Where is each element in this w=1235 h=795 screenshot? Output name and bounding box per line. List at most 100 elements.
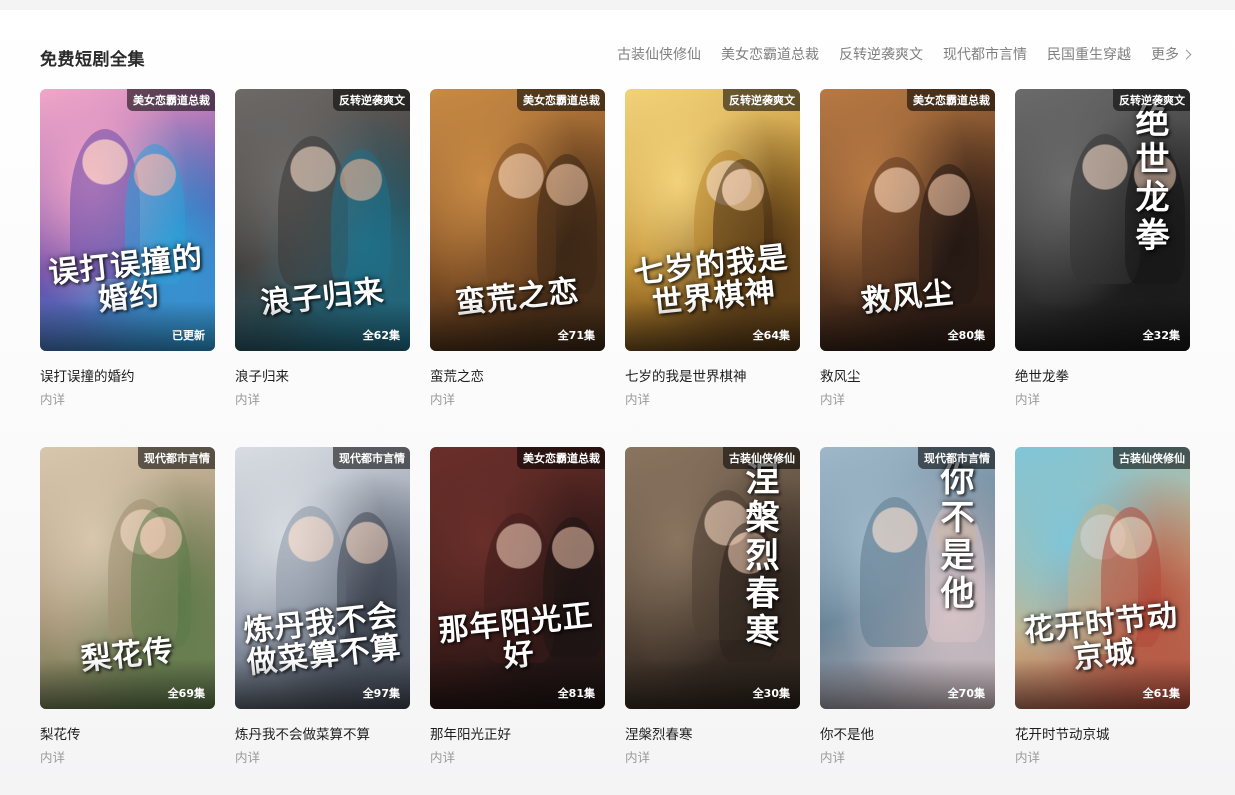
poster-figure [331,149,391,289]
poster-bottom-fade [430,301,605,351]
poster-figure [860,497,930,647]
drama-grid: 误打误撞的婚约 美女恋霸道总裁 已更新 误打误撞的婚约 内详 浪子归来 反转逆袭… [40,89,1190,769]
drama-card[interactable]: 七岁的我是世界棋神 反转逆袭爽文 全64集 七岁的我是世界棋神 内详 [625,89,800,411]
poster-bottom-fade [430,659,605,709]
drama-cast: 内详 [1015,392,1041,407]
category-link-comeback[interactable]: 反转逆袭爽文 [839,44,923,64]
drama-title[interactable]: 梨花传 [40,723,81,743]
drama-title[interactable]: 救风尘 [820,365,861,385]
genre-tag: 美女恋霸道总裁 [517,447,605,469]
poster-figure [537,154,597,294]
genre-tag: 古装仙侠修仙 [723,447,800,469]
drama-cast: 内详 [820,392,846,407]
episode-count: 全69集 [167,687,205,700]
drama-poster[interactable]: 绝世龙拳 反转逆袭爽文 全32集 [1015,89,1190,351]
section-title: 免费短剧全集 [40,50,145,70]
poster-bottom-fade [625,659,800,709]
drama-title[interactable]: 你不是他 [820,723,874,743]
genre-tag: 古装仙侠修仙 [1113,447,1190,469]
poster-bottom-fade [235,301,410,351]
poster-bottom-fade [625,301,800,351]
genre-tag: 现代都市言情 [918,447,995,469]
drama-title[interactable]: 浪子归来 [235,365,289,385]
drama-card[interactable]: 炼丹我不会做菜算不算 现代都市言情 全97集 炼丹我不会做菜算不算 内详 [235,447,410,769]
drama-cast: 内详 [430,750,456,765]
drama-title[interactable]: 绝世龙拳 [1015,365,1069,385]
episode-count: 全30集 [752,687,790,700]
drama-poster[interactable]: 救风尘 美女恋霸道总裁 全80集 [820,89,995,351]
drama-cast: 内详 [820,750,846,765]
genre-tag: 美女恋霸道总裁 [127,89,215,111]
drama-poster[interactable]: 梨花传 现代都市言情 全69集 [40,447,215,709]
drama-title[interactable]: 涅槃烈春寒 [625,723,693,743]
drama-card[interactable]: 涅槃烈春寒 古装仙侠修仙 全30集 涅槃烈春寒 内详 [625,447,800,769]
section-header: 免费短剧全集 古装仙侠修仙 美女恋霸道总裁 反转逆袭爽文 现代都市言情 民国重生… [40,44,1192,70]
drama-cast: 内详 [625,392,651,407]
poster-title-text: 绝世龙拳 [1129,103,1169,255]
episode-count: 已更新 [172,329,205,342]
more-label: 更多 [1151,47,1179,63]
drama-card[interactable]: 救风尘 美女恋霸道总裁 全80集 救风尘 内详 [820,89,995,411]
genre-tag: 美女恋霸道总裁 [907,89,995,111]
drama-title[interactable]: 那年阳光正好 [430,723,511,743]
drama-cast: 内详 [40,392,66,407]
drama-title[interactable]: 花开时节动京城 [1015,723,1110,743]
poster-title-text: 涅槃烈春寒 [739,461,779,651]
drama-title[interactable]: 七岁的我是世界棋神 [625,365,747,385]
poster-bottom-fade [1015,659,1190,709]
poster-bottom-fade [40,659,215,709]
category-link-republic-rebirth[interactable]: 民国重生穿越 [1047,44,1131,64]
genre-tag: 反转逆袭爽文 [333,89,410,111]
category-nav: 古装仙侠修仙 美女恋霸道总裁 反转逆袭爽文 现代都市言情 民国重生穿越 更多 [597,44,1192,64]
drama-poster[interactable]: 花开时节动京城 古装仙侠修仙 全61集 [1015,447,1190,709]
poster-bottom-fade [235,659,410,709]
poster-bottom-fade [40,301,215,351]
genre-tag: 现代都市言情 [138,447,215,469]
genre-tag: 现代都市言情 [333,447,410,469]
category-link-urban-romance[interactable]: 现代都市言情 [943,44,1027,64]
drama-poster[interactable]: 炼丹我不会做菜算不算 现代都市言情 全97集 [235,447,410,709]
drama-poster[interactable]: 误打误撞的婚约 美女恋霸道总裁 已更新 [40,89,215,351]
more-link[interactable]: 更多 [1151,44,1192,64]
episode-count: 全71集 [557,329,595,342]
drama-poster[interactable]: 涅槃烈春寒 古装仙侠修仙 全30集 [625,447,800,709]
drama-card[interactable]: 浪子归来 反转逆袭爽文 全62集 浪子归来 内详 [235,89,410,411]
category-link-ceo-romance[interactable]: 美女恋霸道总裁 [721,44,819,64]
drama-card[interactable]: 绝世龙拳 反转逆袭爽文 全32集 绝世龙拳 内详 [1015,89,1190,411]
category-link-xianxia[interactable]: 古装仙侠修仙 [617,44,701,64]
poster-bottom-fade [1015,301,1190,351]
drama-card[interactable]: 你不是他 现代都市言情 全70集 你不是他 内详 [820,447,995,769]
drama-title[interactable]: 误打误撞的婚约 [40,365,135,385]
drama-poster[interactable]: 你不是他 现代都市言情 全70集 [820,447,995,709]
drama-cast: 内详 [235,392,261,407]
episode-count: 全62集 [362,329,400,342]
episode-count: 全80集 [947,329,985,342]
poster-bottom-fade [820,659,995,709]
episode-count: 全97集 [362,687,400,700]
drama-title[interactable]: 蛮荒之恋 [430,365,484,385]
drama-poster[interactable]: 七岁的我是世界棋神 反转逆袭爽文 全64集 [625,89,800,351]
drama-card[interactable]: 梨花传 现代都市言情 全69集 梨花传 内详 [40,447,215,769]
drama-poster[interactable]: 浪子归来 反转逆袭爽文 全62集 [235,89,410,351]
chevron-right-icon [1181,49,1192,60]
poster-bottom-fade [820,301,995,351]
episode-count: 全61集 [1142,687,1180,700]
drama-cast: 内详 [40,750,66,765]
episode-count: 全64集 [752,329,790,342]
episode-count: 全32集 [1142,329,1180,342]
drama-card[interactable]: 误打误撞的婚约 美女恋霸道总裁 已更新 误打误撞的婚约 内详 [40,89,215,411]
drama-card[interactable]: 那年阳光正好 美女恋霸道总裁 全81集 那年阳光正好 内详 [430,447,605,769]
poster-figure [131,507,191,647]
drama-cast: 内详 [1015,750,1041,765]
episode-count: 全81集 [557,687,595,700]
genre-tag: 反转逆袭爽文 [723,89,800,111]
drama-title[interactable]: 炼丹我不会做菜算不算 [235,723,370,743]
genre-tag: 美女恋霸道总裁 [517,89,605,111]
drama-poster[interactable]: 蛮荒之恋 美女恋霸道总裁 全71集 [430,89,605,351]
poster-title-text: 你不是他 [934,461,974,613]
drama-card[interactable]: 花开时节动京城 古装仙侠修仙 全61集 花开时节动京城 内详 [1015,447,1190,769]
drama-poster[interactable]: 那年阳光正好 美女恋霸道总裁 全81集 [430,447,605,709]
drama-cast: 内详 [235,750,261,765]
drama-card[interactable]: 蛮荒之恋 美女恋霸道总裁 全71集 蛮荒之恋 内详 [430,89,605,411]
genre-tag: 反转逆袭爽文 [1113,89,1190,111]
